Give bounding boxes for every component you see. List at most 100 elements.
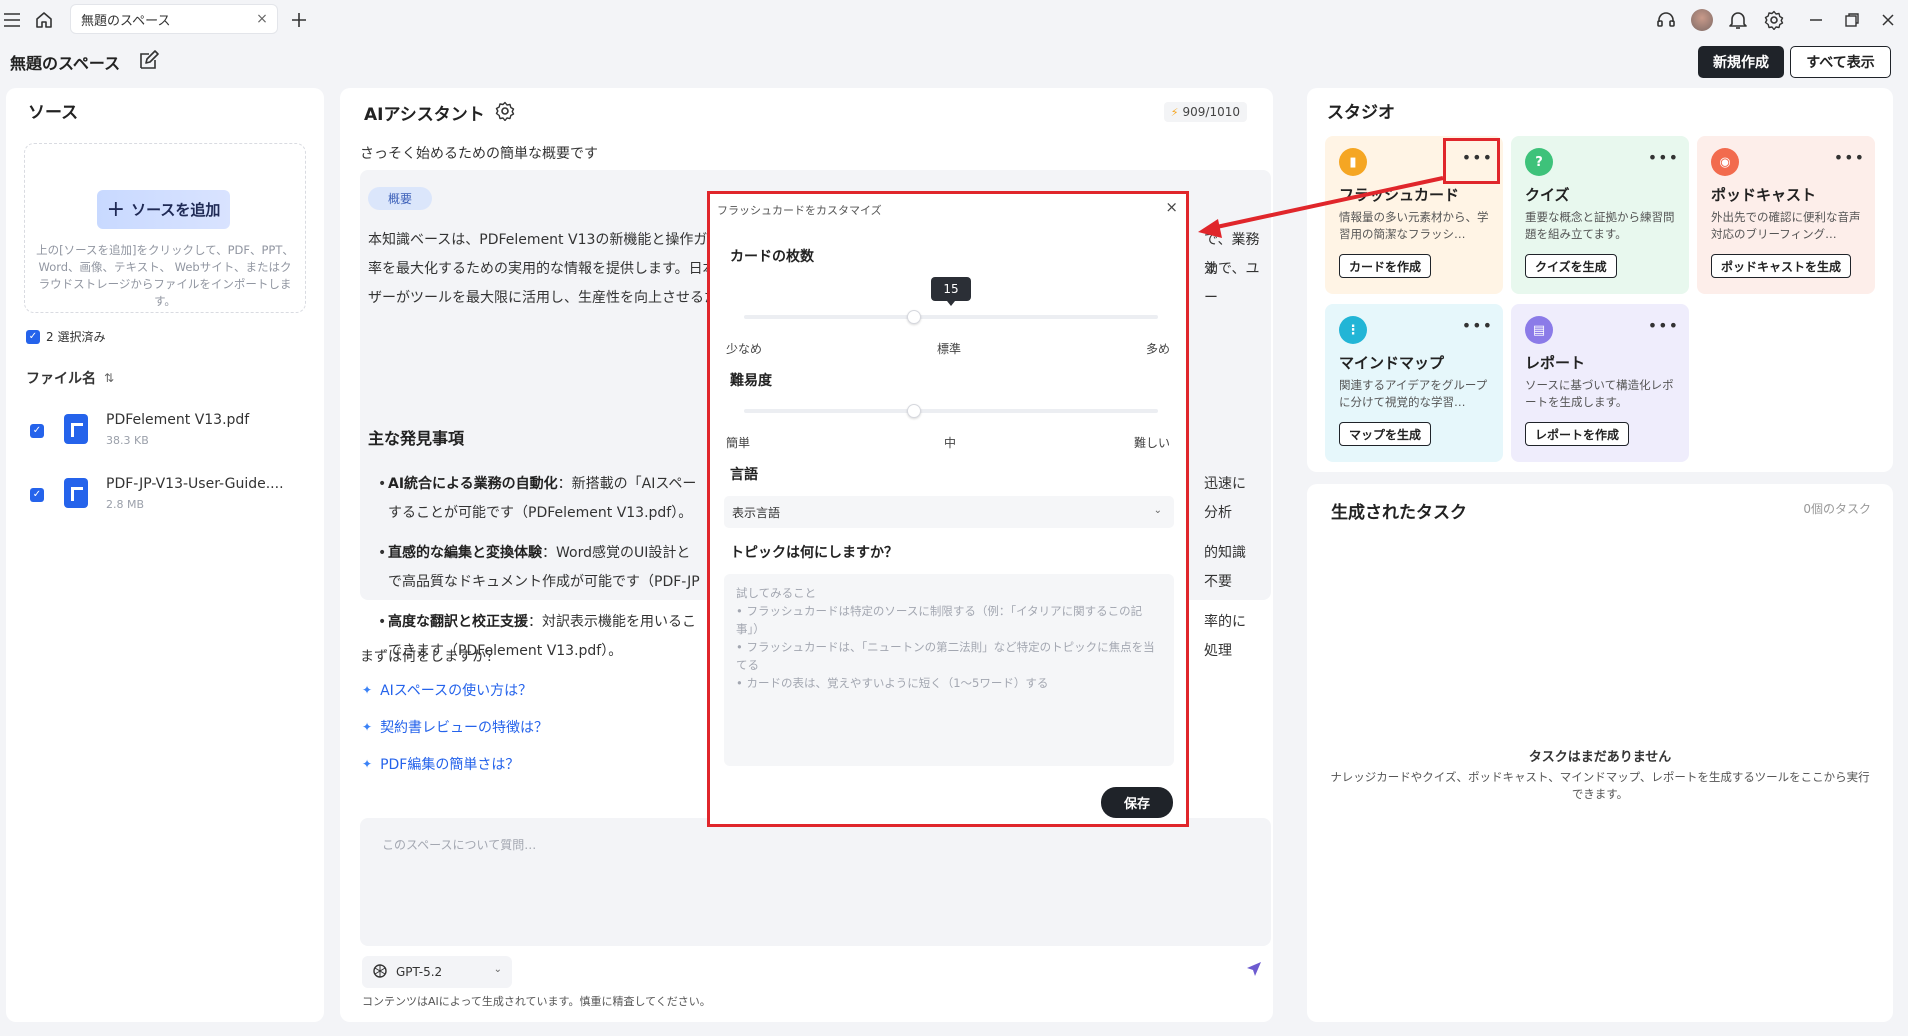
more-icon[interactable]: ••• — [1648, 318, 1679, 334]
card-count-slider-handle[interactable] — [906, 310, 921, 324]
card-title: マインドマップ — [1339, 354, 1445, 372]
suggestion-link[interactable]: ✦ 契約書レビューの特徴は？ — [362, 717, 548, 737]
topic-textarea[interactable]: 試してみること • フラッシュカードは特定のソースに制限する（例：「イタリアに関… — [724, 574, 1174, 766]
difficulty-mid-label: 中 — [944, 436, 957, 450]
finding-bold: 高度な翻訳と校正支援 — [388, 614, 528, 630]
language-value: 表示言語 — [732, 505, 781, 520]
edit-icon[interactable] — [137, 50, 159, 72]
settings-icon[interactable] — [495, 101, 515, 125]
report-icon: ▤ — [1525, 316, 1553, 344]
studio-panel: スタジオ ▮ ••• フラッシュカード 情報量の多い元素材から、学習用の簡潔なフ… — [1307, 88, 1893, 472]
ai-disclaimer: コンテンツはAIによって生成されています。慎重に精査してください。 — [362, 995, 711, 1008]
minimize-icon[interactable] — [1804, 8, 1828, 32]
selected-toggle[interactable]: ✓ 2 選択済み — [26, 328, 105, 345]
restore-icon[interactable] — [1840, 8, 1864, 32]
home-icon[interactable] — [32, 8, 56, 32]
generate-podcast-button[interactable]: ポッドキャストを生成 — [1711, 254, 1852, 278]
openai-icon — [372, 963, 388, 982]
suggestion-link[interactable]: ✦ PDF編集の簡単さは？ — [362, 754, 519, 774]
findings-title: 主な発見事項 — [368, 429, 465, 448]
model-select[interactable]: GPT-5.2 ⌄ — [362, 956, 512, 988]
add-source-hint: 上の[ソースを追加]をクリックして、PDF、PPT、Word、画像、テキスト、 … — [36, 243, 294, 308]
tab-close-icon[interactable]: × — [255, 12, 269, 26]
new-tab-icon[interactable] — [287, 8, 311, 32]
filename-header[interactable]: ファイル名 ⇅ — [26, 368, 114, 388]
difficulty-slider[interactable] — [744, 409, 1158, 413]
finding-text: ：新搭載の「AIスペー — [557, 476, 697, 492]
more-icon[interactable]: ••• — [1462, 318, 1493, 334]
close-icon[interactable]: × — [1165, 200, 1178, 215]
create-card-button[interactable]: カードを作成 — [1339, 254, 1432, 278]
file-item[interactable]: ✓ PDF-JP-V13-User-Guide.... 2.8 MB — [30, 474, 310, 524]
checkbox-icon[interactable]: ✓ — [26, 329, 40, 344]
sparkle-icon: ✦ — [362, 720, 373, 734]
card-report[interactable]: ▤ ••• レポート ソースに基づいて構造化レポートを生成します。 レポートを作… — [1511, 304, 1689, 462]
show-all-button[interactable]: すべて表示 — [1790, 46, 1891, 78]
finding-bold: 直感的な編集と変換体験 — [388, 545, 542, 561]
pdf-file-icon — [64, 478, 88, 508]
more-icon[interactable]: ••• — [1834, 150, 1865, 166]
summary-line: 率を最大化するための実用的な情報を提供します。日本 — [368, 261, 717, 277]
card-count-slider[interactable] — [744, 315, 1158, 319]
card-podcast[interactable]: ◉ ••• ポッドキャスト 外出先での確認に便利な音声対応のブリーフィング… ポ… — [1697, 136, 1875, 294]
card-title: フラッシュカード — [1339, 186, 1460, 204]
tab-title: 無題のスペース — [81, 13, 171, 29]
more-icon[interactable]: ••• — [1648, 150, 1679, 166]
suggestion-link[interactable]: ✦ AIスペースの使い方は？ — [362, 680, 532, 700]
file-checkbox[interactable]: ✓ — [30, 424, 44, 438]
sort-icon[interactable]: ⇅ — [104, 371, 114, 385]
difficulty-min-label: 簡単 — [726, 436, 751, 450]
send-icon[interactable] — [1245, 960, 1267, 982]
card-description: 関連するアイデアをグループに分けて視覚的な学習… — [1339, 378, 1488, 409]
mindmap-icon: ⋮ — [1339, 316, 1367, 344]
file-size: 2.8 MB — [106, 498, 145, 511]
tasks-panel: 生成されたタスク 0個のタスク タスクはまだありません ナレッジカードやクイズ、… — [1307, 484, 1893, 1022]
card-description: 情報量の多い元素材から、学習用の簡潔なフラッシ… — [1339, 210, 1489, 241]
question-input[interactable]: このスペースについて質問… — [360, 818, 1271, 946]
token-badge: ⚡ 909/1010 — [1163, 102, 1247, 122]
sparkle-icon: ✦ — [362, 757, 373, 771]
card-quiz[interactable]: ? ••• クイズ 重要な概念と証拠から練習問題を組み立てます。 クイズを生成 — [1511, 136, 1689, 294]
avatar[interactable] — [1690, 8, 1714, 32]
plus-icon: + — [106, 196, 126, 222]
summary-line: ザーがツールを最大限に活用し、生産性を向上させるた — [368, 290, 718, 306]
finding-text: ：Word感覚のUI設計と — [542, 545, 691, 561]
bell-icon[interactable] — [1726, 8, 1750, 32]
headset-icon[interactable] — [1654, 8, 1678, 32]
filename-header-label: ファイル名 — [26, 371, 96, 387]
generate-map-button[interactable]: マップを生成 — [1339, 422, 1432, 446]
difficulty-slider-handle[interactable] — [906, 404, 921, 418]
token-count: 909/1010 — [1182, 105, 1241, 119]
create-report-button[interactable]: レポートを作成 — [1525, 422, 1630, 446]
count-max-label: 多め — [1146, 342, 1171, 356]
gear-icon[interactable] — [1762, 8, 1786, 32]
card-description: 重要な概念と証拠から練習問題を組み立てます。 — [1525, 210, 1675, 241]
flashcard-customize-dialog: フラッシュカードをカスタマイズ × カードの枚数 15 少なめ 標準 多め 難易… — [707, 191, 1189, 827]
card-title: レポート — [1525, 354, 1586, 372]
language-select[interactable]: 表示言語 ⌄ — [724, 496, 1174, 528]
generate-quiz-button[interactable]: クイズを生成 — [1525, 254, 1617, 278]
source-panel: ソース + ソースを追加 上の[ソースを追加]をクリックして、PDF、PPT、W… — [6, 88, 324, 1022]
suggestion-text: 契約書レビューの特徴は？ — [380, 720, 549, 736]
card-description: ソースに基づいて構造化レポートを生成します。 — [1525, 378, 1674, 409]
file-item[interactable]: ✓ PDFelement V13.pdf 38.3 KB — [30, 410, 310, 460]
topic-placeholder: 試してみること • フラッシュカードは特定のソースに制限する（例：「イタリアに関… — [736, 586, 1155, 690]
close-icon[interactable] — [1876, 8, 1900, 32]
empty-title: タスクはまだありません — [1528, 750, 1672, 765]
menu-icon[interactable] — [0, 8, 24, 32]
finding-right: 率的に処理 — [1204, 614, 1246, 659]
flashcard-icon: ▮ — [1339, 148, 1367, 176]
tab-space[interactable]: 無題のスペース × — [70, 4, 278, 34]
card-mindmap[interactable]: ⋮ ••• マインドマップ 関連するアイデアをグループに分けて視覚的な学習… マ… — [1325, 304, 1503, 462]
card-description: 外出先での確認に便利な音声対応のブリーフィング… — [1711, 210, 1861, 241]
question-placeholder: このスペースについて質問… — [382, 838, 537, 852]
save-button[interactable]: 保存 — [1101, 787, 1173, 818]
file-checkbox[interactable]: ✓ — [30, 488, 44, 502]
summary-tag: 概要 — [368, 187, 433, 210]
new-button[interactable]: 新規作成 — [1698, 46, 1784, 78]
source-title: ソース — [28, 103, 79, 123]
lightning-icon: ⚡ — [1170, 105, 1179, 119]
finding-bold: AI統合による業務の自動化 — [388, 476, 558, 492]
finding-text: ：対訳表示機能を用いるこ — [528, 614, 696, 630]
add-source-button[interactable]: + ソースを追加 — [97, 190, 230, 229]
